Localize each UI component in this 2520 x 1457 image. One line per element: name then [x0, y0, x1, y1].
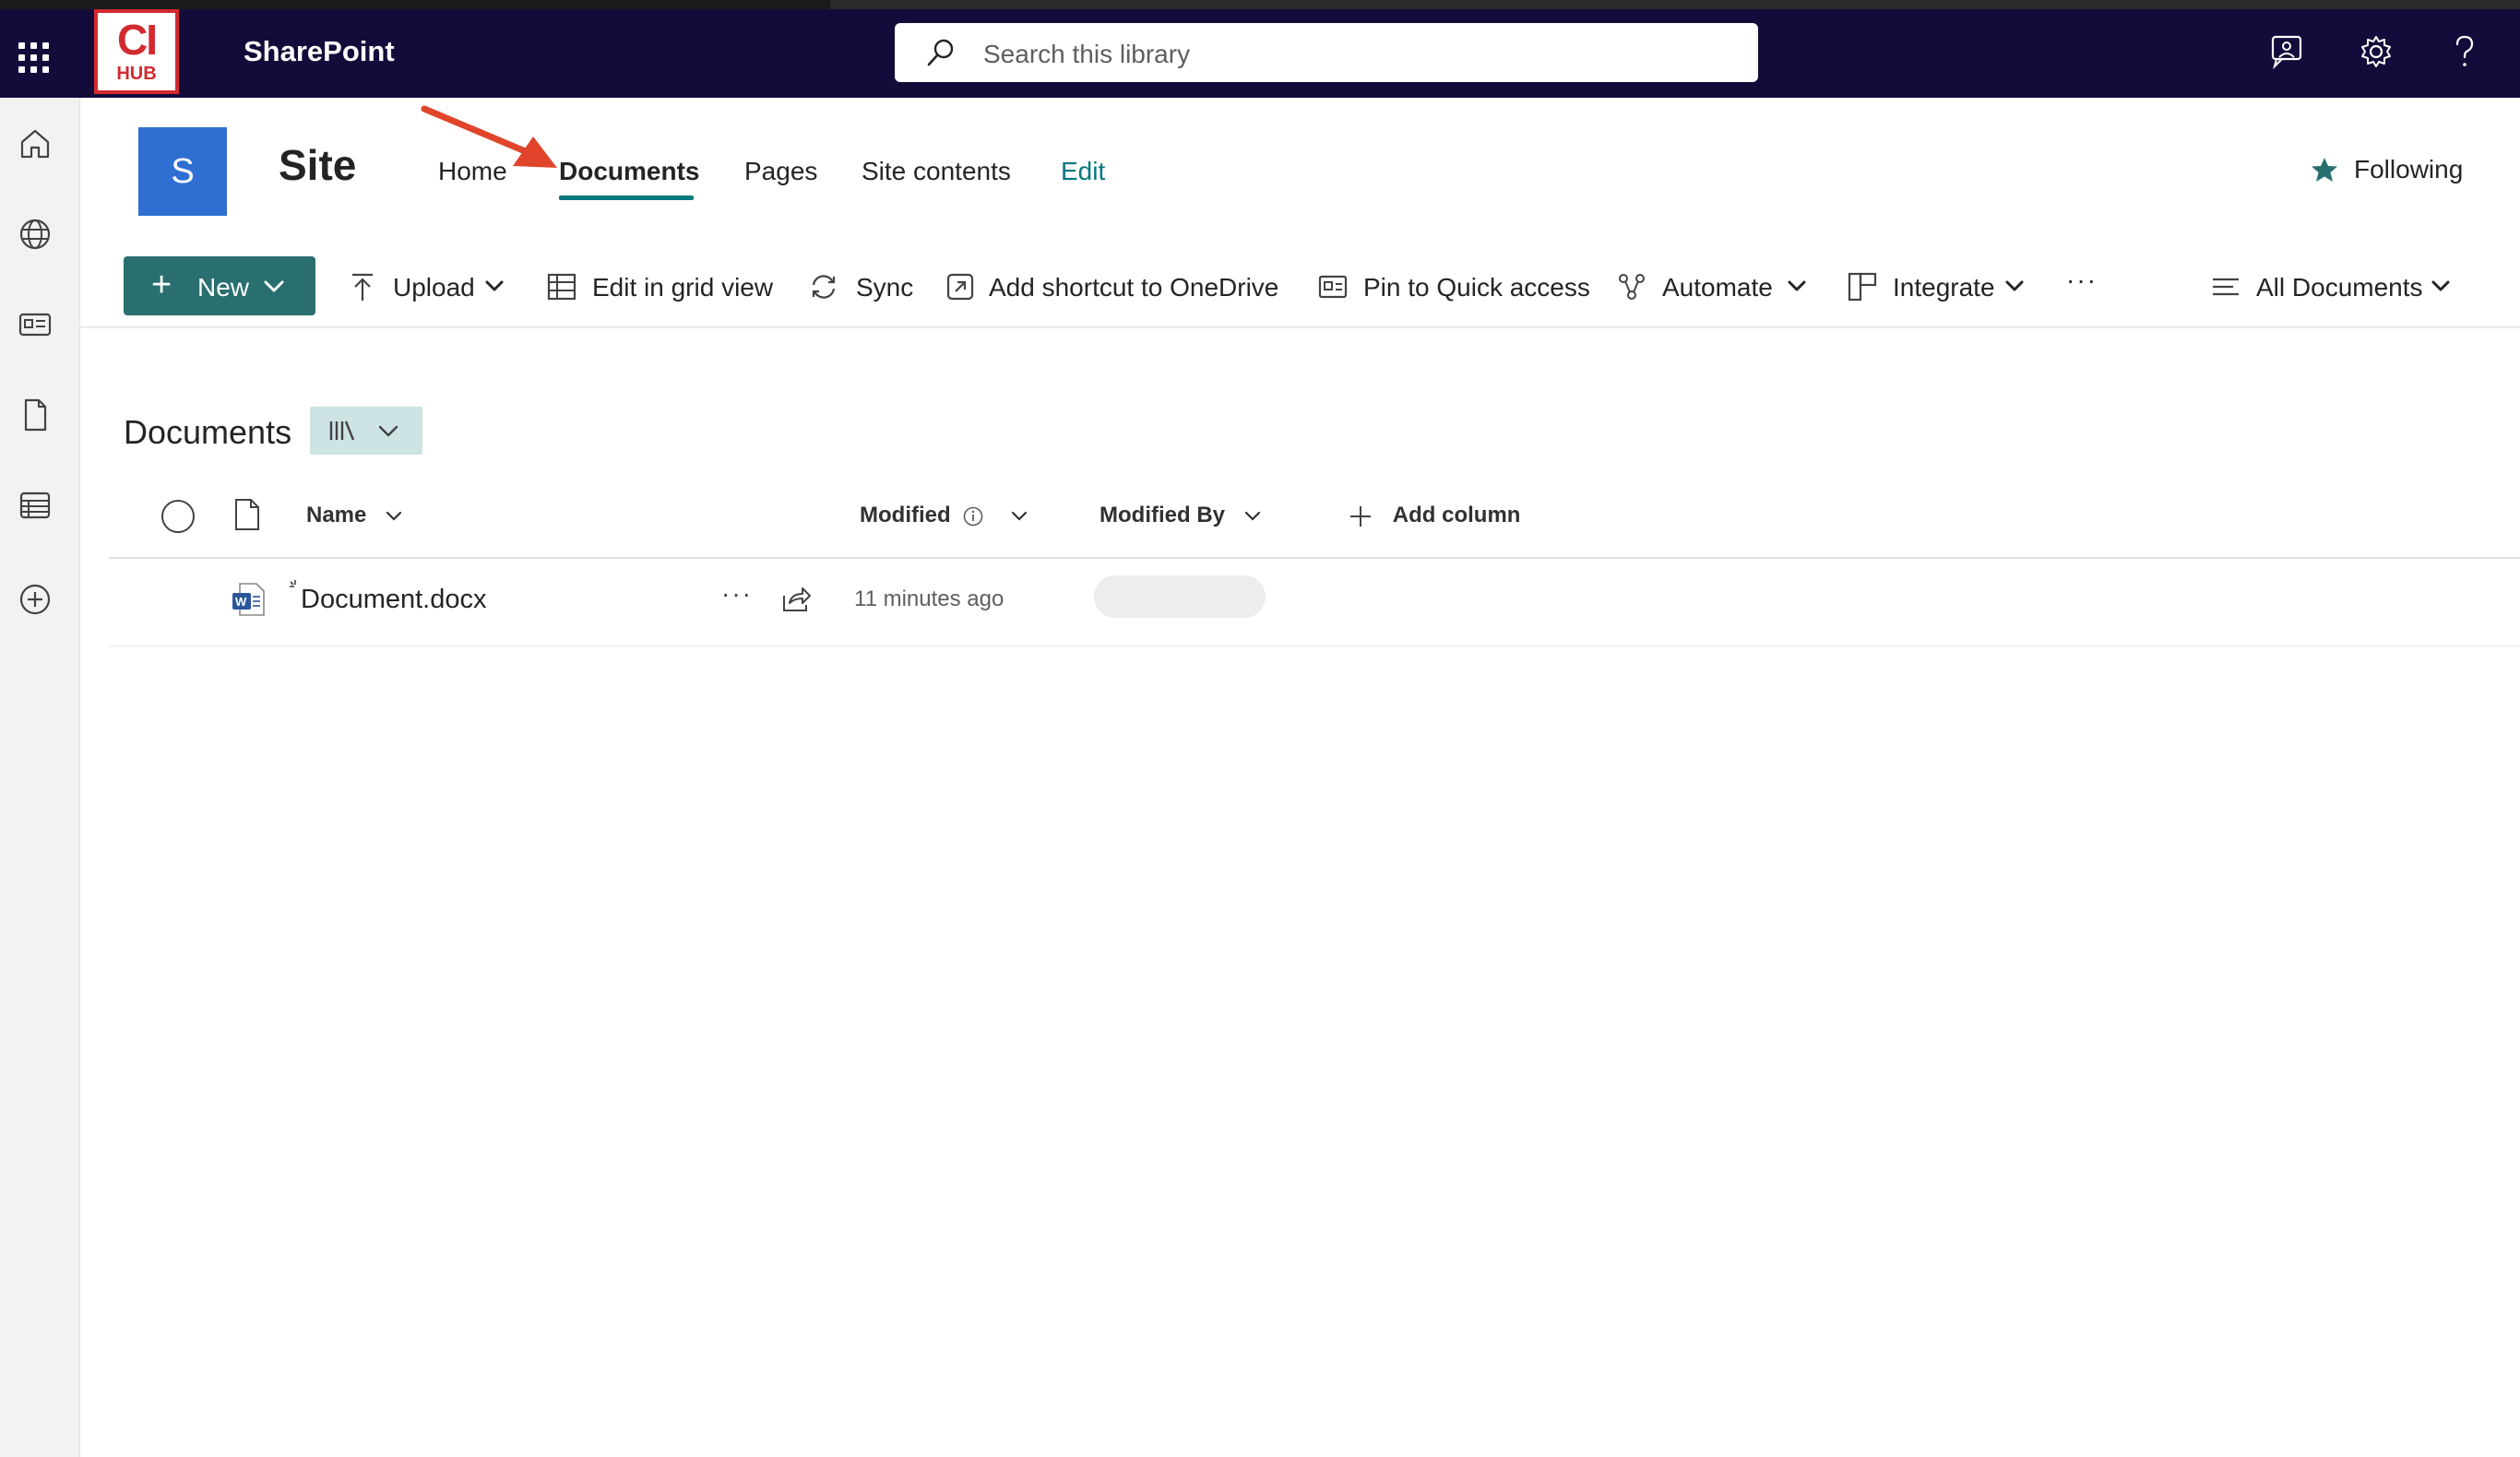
new-button[interactable]: + New [124, 256, 315, 315]
chevron-down-icon [2431, 280, 2450, 291]
nav-edit[interactable]: Edit [1061, 157, 1105, 186]
pin-quick-access-label: Pin to Quick access [1363, 273, 1590, 302]
info-icon [964, 506, 983, 526]
svg-text:W: W [235, 595, 247, 609]
site-title[interactable]: Site [279, 140, 356, 190]
modified-by-persona[interactable] [1094, 575, 1266, 618]
library-icon [329, 421, 355, 441]
file-name-link[interactable]: Document.docx [301, 585, 487, 615]
annotation-arrow [421, 105, 557, 168]
select-all-checkbox[interactable] [160, 499, 196, 534]
chevron-down-icon [264, 280, 284, 292]
modified-time: 11 minutes ago [854, 586, 1004, 611]
search-placeholder: Search this library [983, 40, 1191, 68]
view-switcher-label: All Documents [2256, 273, 2423, 302]
site-logo[interactable]: S [138, 127, 227, 216]
upload-button[interactable]: Upload [347, 256, 513, 315]
file-icon[interactable] [17, 397, 53, 433]
plus-icon: + [151, 266, 172, 304]
add-circle-icon[interactable] [17, 581, 53, 618]
plus-icon [1350, 505, 1371, 527]
row-more-actions-button[interactable]: ··· [721, 579, 753, 609]
new-label: New [197, 273, 250, 302]
add-shortcut-label: Add shortcut to OneDrive [989, 273, 1279, 302]
grid-icon [547, 273, 577, 301]
search-icon [927, 39, 954, 66]
sync-label: Sync [856, 273, 914, 302]
window-top-strip-left [0, 0, 830, 9]
nav-pages[interactable]: Pages [744, 157, 817, 186]
chevron-down-icon [1788, 280, 1806, 291]
nav-documents[interactable]: Documents [559, 157, 699, 186]
logo-text-bottom: HUB [116, 64, 157, 84]
chevron-down-icon [485, 280, 504, 291]
news-icon[interactable] [17, 306, 53, 343]
shortcut-icon [946, 273, 974, 301]
header-divider [109, 557, 2520, 559]
automate-button[interactable]: Automate [1616, 256, 1813, 315]
integrate-icon [1848, 272, 1877, 302]
add-column-button[interactable]: Add column [1349, 503, 1520, 528]
chevron-down-icon [1011, 511, 1028, 521]
upload-icon [352, 273, 373, 301]
column-header-modified[interactable]: Modified [860, 503, 1028, 528]
left-app-rail [0, 98, 80, 1457]
view-options-icon [2213, 278, 2239, 296]
sync-icon [812, 275, 836, 299]
column-header-modified-by[interactable]: Modified By [1100, 503, 1261, 528]
integrate-label: Integrate [1893, 273, 1995, 302]
chevron-down-icon [378, 425, 398, 437]
pin-quick-access-button[interactable]: Pin to Quick access [1317, 256, 1590, 315]
chevron-down-icon [386, 511, 402, 521]
more-commands-button[interactable]: ··· [2066, 256, 2112, 315]
column-name-label: Name [306, 503, 367, 527]
integrate-button[interactable]: Integrate [1847, 256, 2031, 315]
feedback-icon[interactable] [2267, 31, 2308, 72]
column-modified-by-label: Modified By [1100, 503, 1225, 527]
globe-icon[interactable] [17, 216, 53, 253]
ci-hub-logo[interactable]: CI HUB [94, 9, 179, 94]
column-modified-label: Modified [860, 503, 951, 527]
add-column-label: Add column [1392, 503, 1521, 527]
waffle-icon[interactable] [18, 42, 50, 74]
library-view-button[interactable] [310, 407, 422, 455]
window-top-strip [0, 0, 2520, 9]
settings-icon[interactable] [2356, 31, 2396, 72]
nav-active-underline [559, 195, 694, 200]
automate-label: Automate [1662, 273, 1773, 302]
upload-label: Upload [393, 273, 475, 302]
view-switcher-button[interactable]: All Documents [2210, 256, 2459, 315]
library-title: Documents [124, 413, 292, 451]
chevron-down-icon [1244, 511, 1260, 521]
pin-icon [1318, 275, 1348, 299]
sync-button[interactable]: Sync [808, 256, 913, 315]
chevron-down-icon [2005, 280, 2024, 291]
edit-grid-view-label: Edit in grid view [592, 273, 774, 302]
edit-grid-view-button[interactable]: Edit in grid view [546, 256, 786, 315]
file-type-icon[interactable] [232, 498, 262, 531]
word-file-icon: W [232, 583, 265, 616]
share-icon[interactable] [780, 583, 812, 614]
automate-icon [1619, 274, 1645, 300]
app-name[interactable]: SharePoint [244, 35, 395, 68]
column-header-name[interactable]: Name [306, 503, 402, 528]
nav-site-contents[interactable]: Site contents [862, 157, 1011, 186]
more-commands-label: ··· [2066, 266, 2098, 294]
help-icon[interactable] [2444, 31, 2485, 72]
logo-text-top: CI [117, 16, 158, 64]
list-icon[interactable] [17, 487, 53, 524]
search-box[interactable]: Search this library [895, 23, 1758, 82]
home-icon[interactable] [17, 125, 53, 162]
following-button[interactable]: Following [2354, 155, 2463, 184]
add-shortcut-onedrive-button[interactable]: Add shortcut to OneDrive [945, 256, 1286, 315]
star-icon [2312, 158, 2337, 182]
